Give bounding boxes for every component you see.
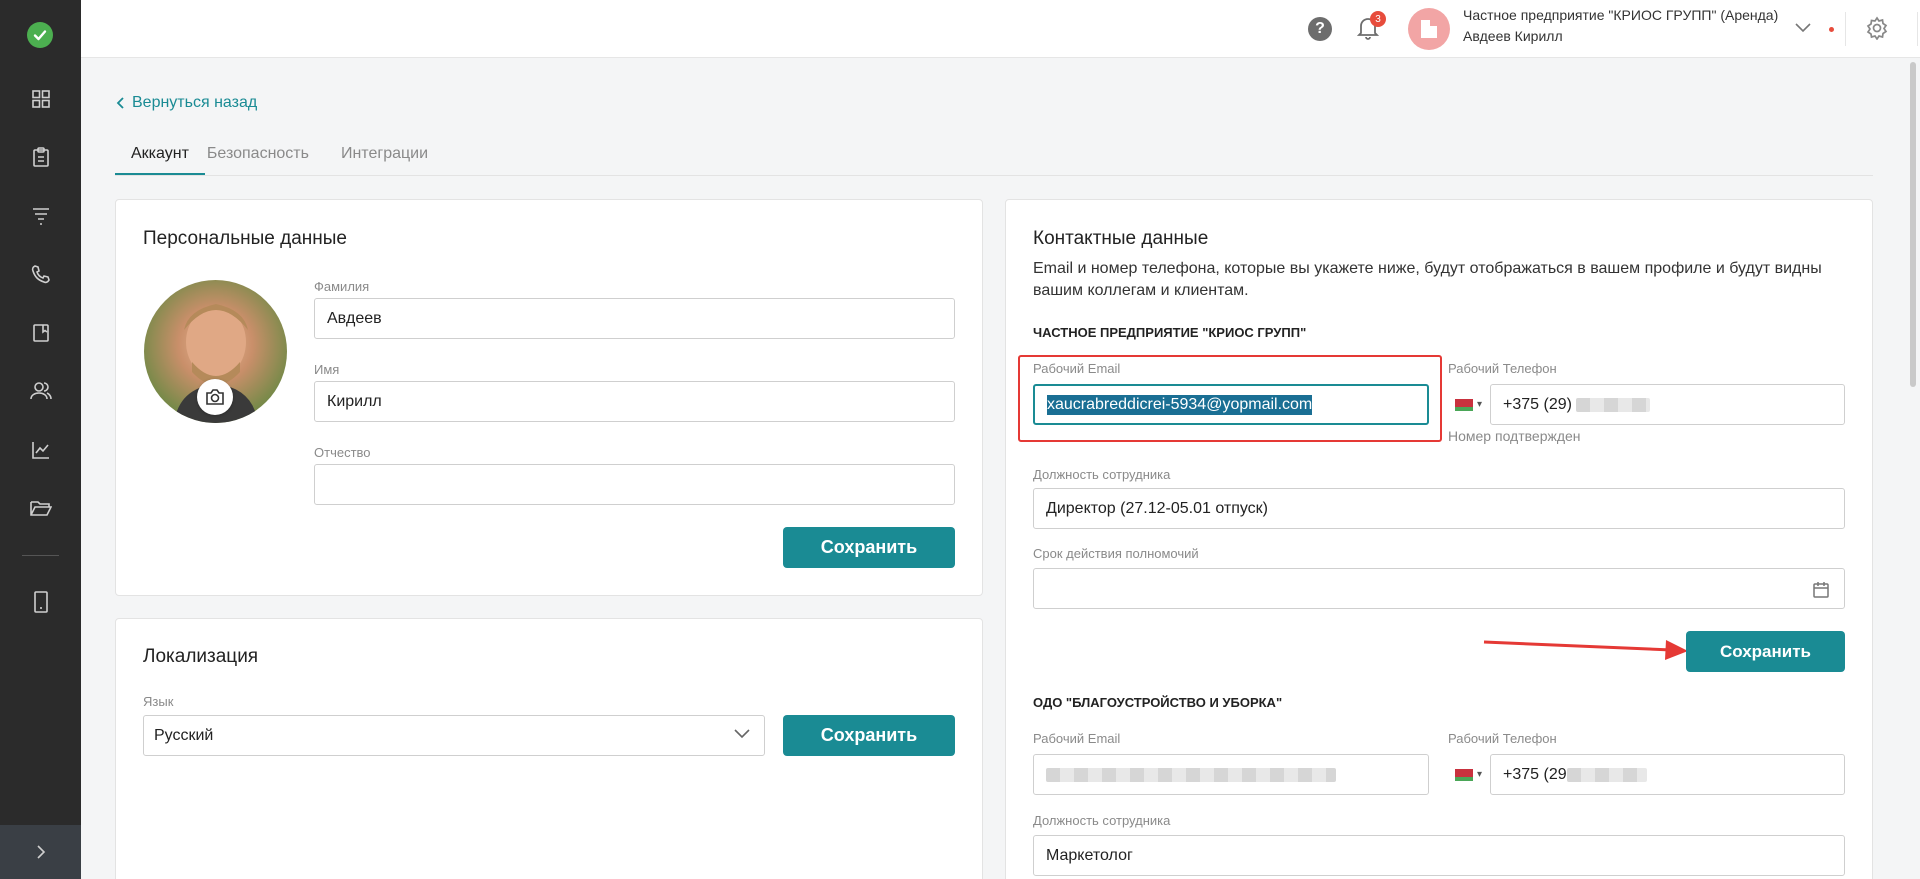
localization-title: Локализация: [143, 646, 259, 667]
chevron-down-icon: [734, 729, 750, 739]
term-date-input[interactable]: [1033, 568, 1845, 609]
tab-bar: Аккаунт Безопасность Интеграции: [115, 145, 444, 175]
work-email-input[interactable]: [1033, 754, 1429, 795]
organization-name[interactable]: Частное предприятие "КРИОС ГРУПП" (Аренд…: [1463, 7, 1778, 23]
work-phone-input[interactable]: +375 (29): [1490, 384, 1845, 425]
work-phone-label: Рабочий Телефон: [1448, 731, 1557, 746]
phone-verified-note: Номер подтвержден: [1448, 428, 1581, 444]
firstname-label: Имя: [314, 362, 340, 377]
lastname-input[interactable]: Авдеев: [314, 298, 955, 339]
chevron-down-icon[interactable]: [1795, 20, 1811, 38]
sidebar: [0, 0, 81, 879]
header-divider: [1917, 12, 1918, 46]
language-value: Русский: [154, 726, 214, 744]
save-personal-button[interactable]: Сохранить: [783, 527, 955, 568]
sidebar-divider: [22, 555, 59, 556]
company-name: ОДО "БЛАГОУСТРОЙСТВО И УБОРКА": [1033, 695, 1283, 710]
tab-account[interactable]: Аккаунт: [115, 145, 205, 175]
help-icon[interactable]: ?: [1308, 17, 1332, 41]
work-email-label: Рабочий Email: [1033, 731, 1121, 746]
calendar-icon[interactable]: [1812, 581, 1830, 599]
personal-data-title: Персональные данные: [143, 228, 347, 249]
top-header: ? 3 Частное предприятие "КРИОС ГРУПП" (А…: [81, 0, 1920, 58]
work-phone-input[interactable]: +375 (29: [1490, 754, 1845, 795]
dashboard-icon[interactable]: [0, 79, 81, 119]
term-label: Срок действия полномочий: [1033, 546, 1199, 561]
status-dot: [1829, 27, 1834, 32]
page-scrollbar[interactable]: [1910, 62, 1916, 387]
work-email-input[interactable]: xaucrabreddicrei-5934@yopmail.com: [1033, 384, 1429, 425]
country-flag-select[interactable]: ▾: [1455, 754, 1482, 795]
redacted-phone: [1576, 397, 1651, 412]
language-label: Язык: [143, 694, 174, 709]
annotation-arrow: [1483, 640, 1688, 660]
chart-icon[interactable]: [0, 430, 81, 470]
company-name: ЧАСТНОЕ ПРЕДПРИЯТИЕ "КРИОС ГРУПП": [1033, 325, 1307, 340]
patronymic-label: Отчество: [314, 445, 371, 460]
position-label: Должность сотрудника: [1033, 467, 1171, 482]
position-input[interactable]: Директор (27.12-05.01 отпуск): [1033, 488, 1845, 529]
sidebar-expand-button[interactable]: [0, 825, 81, 879]
tabs-underline: [115, 175, 1873, 176]
country-flag-select[interactable]: ▾: [1455, 384, 1482, 425]
funnel-icon[interactable]: [0, 196, 81, 236]
belarus-flag-icon: [1455, 768, 1473, 781]
lastname-label: Фамилия: [314, 279, 370, 294]
save-localization-button[interactable]: Сохранить: [783, 715, 955, 756]
language-select[interactable]: Русский: [143, 715, 765, 756]
work-phone-value: +375 (29): [1503, 395, 1572, 413]
patronymic-input[interactable]: [314, 464, 955, 505]
work-phone-value: +375 (29: [1503, 765, 1567, 783]
users-icon[interactable]: [0, 371, 81, 411]
back-link-label: Вернуться назад: [132, 94, 258, 111]
work-email-value: xaucrabreddicrei-5934@yopmail.com: [1047, 394, 1313, 415]
book-icon[interactable]: [0, 313, 81, 353]
notifications-badge: 3: [1370, 11, 1386, 27]
clipboard-icon[interactable]: [0, 137, 81, 177]
work-phone-label: Рабочий Телефон: [1448, 361, 1557, 376]
position-label: Должность сотрудника: [1033, 813, 1171, 828]
tab-integrations[interactable]: Интеграции: [325, 145, 444, 175]
user-name[interactable]: Авдеев Кирилл: [1463, 28, 1563, 44]
redacted-phone: [1566, 767, 1647, 782]
camera-icon[interactable]: [197, 379, 233, 415]
save-contacts-button[interactable]: Сохранить: [1686, 631, 1845, 672]
back-link[interactable]: Вернуться назад: [116, 94, 257, 112]
phone-icon[interactable]: [0, 254, 81, 294]
work-email-label: Рабочий Email: [1033, 361, 1121, 376]
contact-data-title: Контактные данные: [1033, 228, 1209, 249]
belarus-flag-icon: [1455, 398, 1473, 411]
contact-data-description: Email и номер телефона, которые вы укаже…: [1033, 260, 1822, 299]
position-input[interactable]: Маркетолог: [1033, 835, 1845, 876]
firstname-input[interactable]: Кирилл: [314, 381, 955, 422]
chevron-left-icon: [116, 97, 124, 109]
gear-icon[interactable]: [1865, 16, 1889, 45]
organization-icon[interactable]: [1408, 8, 1450, 50]
app-logo-icon[interactable]: [27, 22, 53, 48]
folder-icon[interactable]: [0, 488, 81, 528]
redacted-email: [1046, 767, 1336, 782]
tablet-icon[interactable]: [0, 582, 81, 622]
tab-security[interactable]: Безопасность: [205, 145, 325, 175]
header-divider: [1845, 12, 1846, 46]
